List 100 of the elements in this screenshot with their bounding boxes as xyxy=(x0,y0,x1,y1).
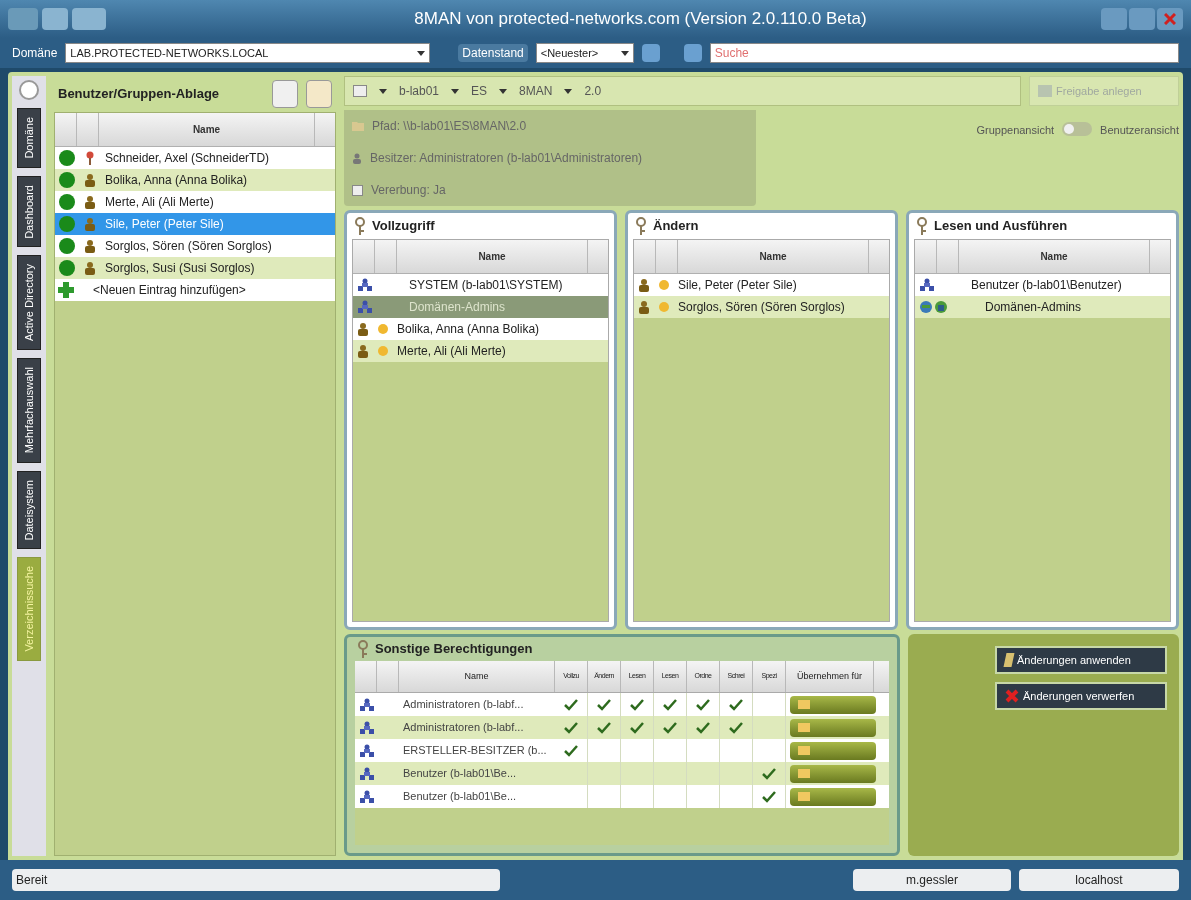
datastate-dropdown[interactable]: <Neuester> xyxy=(535,43,634,63)
panel-title: Ändern xyxy=(653,217,699,236)
pencil-icon xyxy=(1003,653,1015,667)
row-text: Domänen-Admins xyxy=(409,299,506,316)
sun-icon xyxy=(377,345,389,357)
info-text: Pfad: \\b-lab01\ES\8MAN\2.0 xyxy=(372,118,527,135)
caret-icon xyxy=(417,50,426,56)
row-text: Bolika, Anna (Anna Bolika) xyxy=(397,321,540,338)
check-icon xyxy=(663,698,677,711)
datastate-label: Datenstand xyxy=(458,44,528,62)
list-row[interactable]: <Neuen Eintrag hinzufügen> xyxy=(55,279,335,301)
key-icon xyxy=(914,217,930,235)
key-icon xyxy=(352,217,368,235)
action-button[interactable]: Änderungen anwenden xyxy=(995,646,1167,674)
side-tab[interactable]: Dateisystem xyxy=(17,470,41,550)
group-icon xyxy=(357,300,373,314)
inherit-button[interactable] xyxy=(790,764,876,783)
panel-title: Benutzer/Gruppen-Ablage xyxy=(58,85,221,104)
cross-icon xyxy=(1005,689,1019,703)
side-tab[interactable]: Active Directory xyxy=(17,255,41,351)
caret-icon xyxy=(564,88,573,94)
inherit-button[interactable] xyxy=(790,787,876,806)
panel-title: Lesen und Ausführen xyxy=(934,217,1068,236)
check-icon xyxy=(564,721,578,734)
group-icon xyxy=(359,766,375,781)
list-row[interactable]: Bolika, Anna (Anna Bolika) xyxy=(353,318,608,340)
close-icon[interactable] xyxy=(1157,8,1183,30)
list-row[interactable]: Sorglos, Sören (Sören Sorglos) xyxy=(55,235,335,257)
pin-icon xyxy=(85,151,95,165)
column-header[interactable]: Übernehmen für xyxy=(786,661,874,692)
list-row[interactable]: Sorglos, Sören (Sören Sorglos) xyxy=(634,296,889,318)
info-text: Vererbung: Ja xyxy=(371,182,446,199)
user-icon xyxy=(638,278,650,292)
group-icon xyxy=(357,278,373,292)
user-icon xyxy=(352,152,362,164)
key-icon xyxy=(355,640,371,658)
toggle-label: Benutzeransicht xyxy=(1100,123,1179,138)
check-icon xyxy=(729,698,743,711)
plus-icon xyxy=(58,282,74,298)
domain-dropdown[interactable]: LAB.PROTECTED-NETWORKS.LOCAL xyxy=(65,43,431,63)
side-tab[interactable]: Dashboard xyxy=(17,175,41,248)
caret-icon xyxy=(379,88,387,94)
row-text: Sile, Peter (Peter Sile) xyxy=(678,277,797,294)
breadcrumb-item[interactable]: 8MAN xyxy=(519,82,553,100)
check-icon xyxy=(597,698,611,711)
user-icon xyxy=(84,261,96,275)
caret-icon xyxy=(451,88,460,94)
list-row[interactable]: Schneider, Axel (SchneiderTD) xyxy=(55,147,335,169)
view-toggle[interactable] xyxy=(1062,122,1093,136)
check-icon xyxy=(663,721,677,734)
row-text: Sorglos, Susi (Susi Sorglos) xyxy=(105,260,255,277)
list-row[interactable]: Domänen-Admins xyxy=(915,296,1170,318)
breadcrumb-item[interactable]: ES xyxy=(471,82,488,100)
check-icon xyxy=(597,721,611,734)
collapse-icon[interactable] xyxy=(19,80,39,100)
list-row[interactable]: SYSTEM (b-lab01\SYSTEM) xyxy=(353,274,608,296)
row-text: Sorglos, Sören (Sören Sorglos) xyxy=(105,238,272,255)
toggle-label: Gruppenansicht xyxy=(976,123,1055,138)
row-text: Benutzer (b-lab01\Be... xyxy=(402,766,518,782)
group-icon xyxy=(919,278,935,292)
row-text: Schneider, Axel (SchneiderTD) xyxy=(105,150,270,167)
search-field[interactable]: Suche xyxy=(709,43,1179,63)
row-text: SYSTEM (b-lab01\SYSTEM) xyxy=(409,277,563,294)
action-button[interactable]: Änderungen verwerfen xyxy=(995,682,1167,710)
list-row[interactable]: Sile, Peter (Peter Sile) xyxy=(634,274,889,296)
list-row[interactable]: Bolika, Anna (Anna Bolika) xyxy=(55,169,335,191)
inherit-button[interactable] xyxy=(790,741,876,760)
globe-group-icon xyxy=(919,300,949,314)
domain-label: Domäne xyxy=(12,45,58,62)
list-row[interactable]: Sorglos, Susi (Susi Sorglos) xyxy=(55,257,335,279)
side-tab[interactable]: Mehrfachauswahl xyxy=(17,358,41,463)
inherit-button[interactable] xyxy=(790,718,876,737)
check-icon xyxy=(564,698,578,711)
caret-icon xyxy=(499,88,508,94)
user-icon xyxy=(84,173,96,187)
row-text: Merte, Ali (Ali Merte) xyxy=(105,194,214,211)
row-text: <Neuen Eintrag hinzufügen> xyxy=(93,282,246,299)
row-text: Merte, Ali (Ali Merte) xyxy=(397,343,506,360)
list-row[interactable]: Merte, Ali (Ali Merte) xyxy=(353,340,608,362)
row-text: ERSTELLER-BESITZER (b... xyxy=(402,743,548,759)
check-icon xyxy=(630,698,644,711)
side-tab[interactable]: Domäne xyxy=(17,108,41,168)
panel-title: Vollzugriff xyxy=(372,217,435,236)
sun-icon xyxy=(658,279,670,291)
list-row[interactable]: Benutzer (b-lab01\Benutzer) xyxy=(915,274,1170,296)
breadcrumb-item[interactable]: b-lab01 xyxy=(399,82,440,100)
sun-icon xyxy=(377,323,389,335)
breadcrumb-item[interactable]: 2.0 xyxy=(584,82,602,100)
row-text: Sorglos, Sören (Sören Sorglos) xyxy=(678,299,845,316)
checkbox-icon xyxy=(352,184,363,196)
check-icon xyxy=(762,790,776,803)
user-text: m.gessler xyxy=(853,869,1011,891)
user-icon xyxy=(357,322,369,336)
group-icon xyxy=(359,743,375,758)
check-icon xyxy=(729,721,743,734)
window-title: 8MAN von protected-networks.com (Version 2.0.110.0 Beta) xyxy=(413,8,868,31)
row-text: Domänen-Admins xyxy=(985,299,1082,316)
column-header[interactable]: Name xyxy=(399,661,555,692)
inherit-button[interactable] xyxy=(790,695,876,714)
list-row[interactable]: Merte, Ali (Ali Merte) xyxy=(55,191,335,213)
